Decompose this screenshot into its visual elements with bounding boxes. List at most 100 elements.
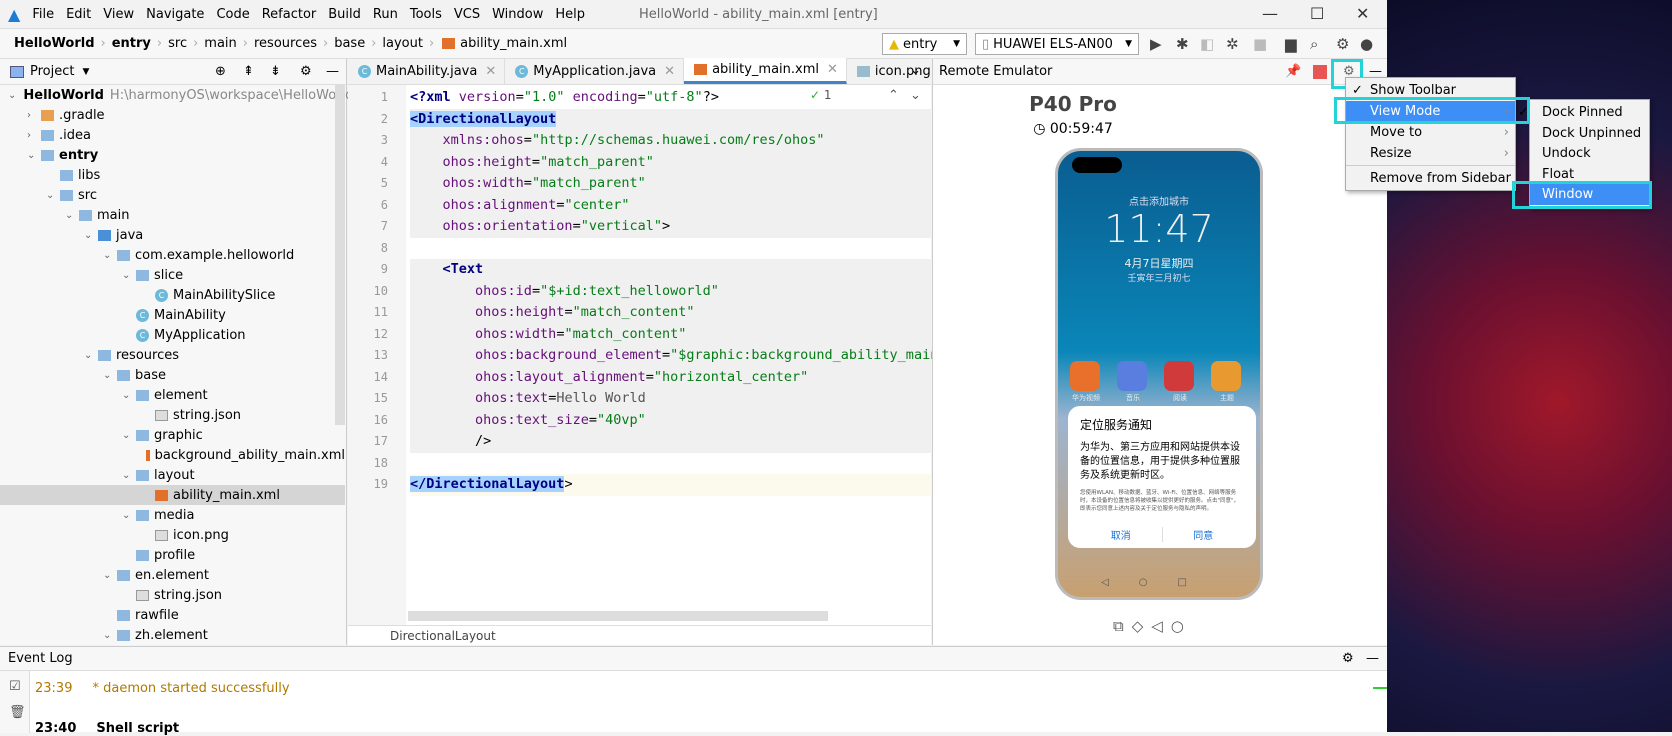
tree-item[interactable]: ⌄ com.example.helloworld [0,245,345,265]
close-tab-icon[interactable]: ✕ [827,62,838,77]
tree-item[interactable]: ⌄ slice [0,265,345,285]
submenu-item-dock-unpinned[interactable]: Dock Unpinned [1530,123,1649,144]
chevron-right-icon[interactable]: › [27,110,39,121]
next-highlight-icon[interactable]: ⌄ [910,88,921,103]
phone-screen[interactable]: 点击添加城市 11:47 4月7日星期四 壬寅年三月初七 华为视频 音乐 阅读 主题 … [1055,148,1263,600]
tree-item[interactable]: background_ability_main.xml [0,445,345,465]
run-icon[interactable]: ▶ [1150,35,1162,53]
debug-icon[interactable]: ✱ [1176,35,1189,53]
menu-run[interactable]: Run [373,7,398,22]
tree-item[interactable]: ⌄ graphic [0,425,345,445]
chevron-down-icon[interactable]: ⌄ [103,370,115,381]
locate-icon[interactable]: ⊕ [215,64,226,79]
tree-item[interactable]: ⌄ layout [0,465,345,485]
search-icon[interactable]: ⌕ [1310,35,1318,53]
phone-nav-bar[interactable]: ◁○□ [1058,577,1260,588]
app-icon[interactable]: 华为视频 [1070,361,1102,403]
tree-item[interactable]: › .idea [0,125,345,145]
tree-item[interactable]: ⌄ HelloWorld H:\harmonyOS\workspace\HelloW… [0,85,353,105]
tree-item[interactable]: profile [0,545,345,565]
chevron-down-icon[interactable]: ⌄ [103,630,115,641]
code-editor[interactable]: C MainAbility.java ✕ C MyApplication.java ✕ ab… [348,58,959,645]
menu-vcs[interactable]: VCS [454,7,480,22]
chevron-down-icon[interactable]: ⌄ [103,250,115,261]
scrollbar[interactable] [335,85,345,425]
gear-icon[interactable]: ⚙ [300,64,312,79]
menu-tools[interactable]: Tools [410,7,442,22]
tab-mainability-java[interactable]: C MainAbility.java ✕ [348,58,506,84]
chevron-down-icon[interactable]: ⌄ [122,390,134,401]
breadcrumb-item[interactable]: src [168,36,187,51]
tree-item[interactable]: ⌄ resources [0,345,345,365]
tree-item[interactable]: libs [0,165,345,185]
agree-button[interactable]: 同意 [1161,527,1245,542]
chevron-down-icon[interactable]: ⌄ [46,190,58,201]
chevron-right-icon[interactable]: › [27,130,39,141]
device-select[interactable]: ▯ HUAWEI ELS-AN00 ▼ [975,33,1139,55]
chevron-down-icon[interactable]: ⌄ [27,150,39,161]
hide-icon[interactable]: — [1366,647,1379,671]
project-title[interactable]: Project [30,64,74,79]
close-button[interactable]: ✕ [1356,4,1369,23]
tree-item[interactable]: C MainAbilitySlice [0,285,345,305]
maximize-button[interactable]: ☐ [1310,4,1324,23]
inspection-indicator[interactable]: ✓ 1 [810,88,832,102]
submenu-item-dock-pinned[interactable]: ✓ Dock Pinned [1518,102,1649,123]
log-text[interactable]: Shell script [96,721,179,736]
close-tab-icon[interactable]: ✕ [664,64,675,79]
tree-item[interactable]: ⌄ entry [0,145,345,165]
attach-icon[interactable]: ◧ [1200,35,1214,53]
menu-navigate[interactable]: Navigate [146,7,204,22]
account-icon[interactable]: ● [1360,35,1373,53]
tree-item[interactable]: ability_main.xml [0,485,345,505]
breadcrumb-item[interactable]: ability_main.xml [460,36,567,51]
tree-item[interactable]: ⌄ base [0,365,345,385]
hide-icon[interactable]: — [326,64,339,79]
breadcrumb-item[interactable]: main [204,36,236,51]
settings-icon[interactable]: ⚙ [1336,35,1349,53]
trash-icon[interactable]: 🗑 [9,705,26,720]
tab-myapplication-java[interactable]: C MyApplication.java ✕ [505,58,685,84]
tree-item[interactable]: string.json [0,585,345,605]
stop-icon[interactable]: ■ [1253,35,1267,53]
stop-emulator-button[interactable] [1313,65,1327,79]
cancel-button[interactable]: 取消 [1080,527,1162,542]
breadcrumb-item[interactable]: HelloWorld [14,36,95,51]
chevron-down-icon[interactable]: ⌄ [84,350,96,361]
app-icon[interactable]: 音乐 [1117,361,1149,403]
close-tab-icon[interactable]: ✕ [485,64,496,79]
chevron-down-icon[interactable]: ⌄ [65,210,77,221]
breadcrumb-item[interactable]: layout [382,36,423,51]
chevron-down-icon[interactable]: ⌄ [103,570,115,581]
breadcrumb-item[interactable]: resources [254,36,317,51]
menu-view[interactable]: View [103,7,134,22]
menu-item-resize[interactable]: Resize › [1346,143,1515,164]
pin-icon[interactable]: 📌 [1285,64,1301,79]
log-text[interactable]: * daemon started successfully [92,681,289,696]
menu-code[interactable]: Code [216,7,249,22]
tree-item[interactable]: ⌄ main [0,205,345,225]
chevron-down-icon[interactable]: ⌄ [122,470,134,481]
tree-item[interactable]: C MainAbility [0,305,345,325]
menu-build[interactable]: Build [328,7,361,22]
horizontal-scrollbar[interactable] [408,611,828,621]
minimize-button[interactable]: — [1262,4,1278,23]
tree-item[interactable]: ⌄ java [0,225,345,245]
tree-item[interactable]: ⌄ media [0,505,345,525]
gear-icon[interactable]: ⚙ [1342,647,1354,671]
profile-icon[interactable]: ✲ [1226,35,1239,53]
breadcrumb-item[interactable]: base [334,36,365,51]
submenu-item-undock[interactable]: Undock [1530,143,1649,164]
tree-item[interactable]: ⌄ zh.element [0,625,345,645]
menu-item-remove-from-sidebar[interactable]: Remove from Sidebar [1346,168,1515,189]
tree-item[interactable]: C MyApplication [0,325,345,345]
collapse-all-icon[interactable]: ⇟ [270,64,281,79]
app-icon[interactable]: 阅读 [1164,361,1196,403]
menu-item-move-to[interactable]: Move to › [1346,122,1515,143]
chevron-down-icon[interactable]: ⌄ [122,270,134,281]
chevron-down-icon[interactable]: ⌄ [84,230,96,241]
menu-help[interactable]: Help [555,7,585,22]
chevron-down-icon[interactable]: ⌄ [8,90,16,101]
tree-item[interactable]: ⌄ src [0,185,345,205]
tab-list-icon[interactable]: ⌄ [910,63,921,78]
